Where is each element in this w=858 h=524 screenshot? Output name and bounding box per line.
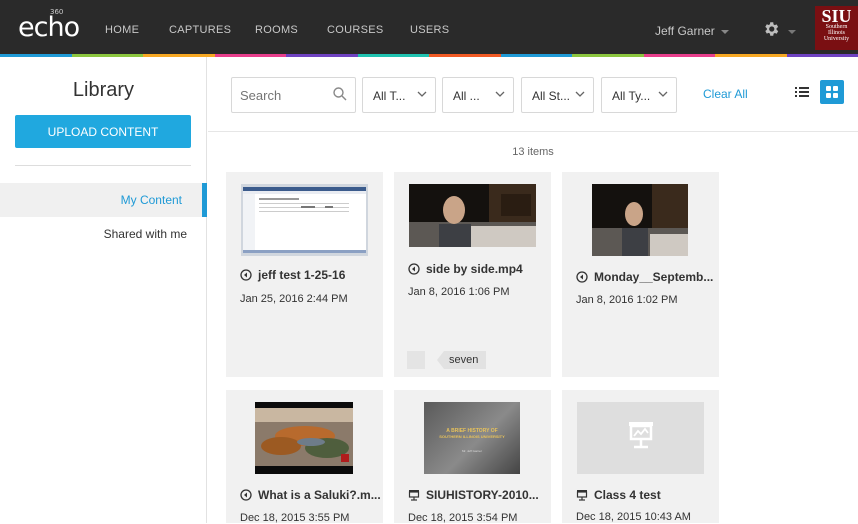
presentation-placeholder-thumbnail	[577, 402, 704, 474]
tag-icon	[407, 351, 425, 369]
sidebar-item-my-content[interactable]: My Content	[0, 183, 207, 217]
grid-view-icon[interactable]	[820, 80, 844, 104]
list-view-icon[interactable]	[793, 83, 811, 101]
nav-courses[interactable]: COURSES	[327, 24, 384, 36]
chevron-down-icon	[658, 91, 668, 97]
gear-icon[interactable]	[762, 20, 780, 38]
card-title[interactable]: Monday__Septemb...	[576, 270, 713, 284]
siu-logo: SIU Southern Illinois University	[815, 6, 858, 50]
media-card[interactable]: A BRIEF HISTORY OF SOUTHERN ILLINOIS UNI…	[394, 390, 551, 524]
screen-capture-thumbnail	[241, 184, 368, 256]
upload-content-button[interactable]: UPLOAD CONTENT	[15, 115, 191, 148]
card-date: Dec 18, 2015 3:55 PM	[240, 512, 350, 524]
presentation-icon	[576, 490, 588, 501]
card-title[interactable]: jeff test 1-25-16	[240, 268, 345, 282]
media-card[interactable]: jeff test 1-25-16 Jan 25, 2016 2:44 PM	[226, 172, 383, 377]
settings-chevron-icon[interactable]	[788, 30, 796, 34]
filter-dropdown-2[interactable]: All ...	[442, 77, 514, 113]
chevron-down-icon	[720, 29, 729, 34]
sidebar-divider	[15, 165, 191, 166]
chevron-down-icon	[575, 91, 585, 97]
media-card[interactable]: What is a Saluki?.m... Dec 18, 2015 3:55…	[226, 390, 383, 524]
card-date: Jan 25, 2016 2:44 PM	[240, 293, 348, 305]
media-card[interactable]: Class 4 test Dec 18, 2015 10:43 AM	[562, 390, 719, 523]
media-icon	[240, 489, 252, 501]
search-icon[interactable]	[333, 87, 347, 101]
card-title[interactable]: What is a Saluki?.m...	[240, 488, 381, 502]
media-icon	[576, 271, 588, 283]
user-name: Jeff Garner	[655, 24, 715, 38]
clear-all-link[interactable]: Clear All	[703, 87, 748, 101]
item-count: 13 items	[512, 146, 554, 158]
library-title: Library	[72, 79, 135, 101]
card-date: Dec 18, 2015 3:54 PM	[408, 512, 518, 524]
tag-badge[interactable]: seven	[437, 351, 487, 369]
media-card[interactable]: side by side.mp4 Jan 8, 2016 1:06 PM sev…	[394, 172, 551, 377]
chevron-down-icon	[495, 91, 505, 97]
presentation-icon	[408, 490, 420, 501]
nav-users[interactable]: USERS	[410, 24, 449, 36]
filter-bar: All T... All ... All St... All Ty... Cle…	[208, 57, 858, 132]
media-card[interactable]: Monday__Septemb... Jan 8, 2016 1:02 PM	[562, 172, 719, 377]
chevron-down-icon	[417, 91, 427, 97]
library-sidebar: Library UPLOAD CONTENT My Content Shared…	[0, 57, 207, 523]
card-title[interactable]: side by side.mp4	[408, 262, 523, 276]
user-menu[interactable]: Jeff Garner	[655, 24, 729, 38]
aerial-video-thumbnail	[255, 402, 353, 474]
nav-captures[interactable]: CAPTURES	[169, 24, 231, 36]
media-icon	[240, 269, 252, 281]
card-title[interactable]: SIUHISTORY-2010...	[408, 488, 539, 502]
video-thumbnail	[409, 184, 536, 247]
filter-dropdown-1[interactable]: All T...	[362, 77, 436, 113]
nav-rooms[interactable]: ROOMS	[255, 24, 298, 36]
card-date: Dec 18, 2015 10:43 AM	[576, 511, 691, 523]
presentation-icon	[629, 422, 653, 449]
top-navigation-bar: echo 360 HOME CAPTURES ROOMS COURSES USER…	[0, 0, 858, 57]
echo-logo[interactable]: echo 360	[18, 8, 80, 43]
filter-dropdown-3[interactable]: All St...	[521, 77, 594, 113]
video-thumbnail	[592, 184, 688, 256]
card-date: Jan 8, 2016 1:02 PM	[576, 294, 678, 306]
card-title[interactable]: Class 4 test	[576, 488, 661, 502]
slide-thumbnail: A BRIEF HISTORY OF SOUTHERN ILLINOIS UNI…	[424, 402, 520, 474]
media-icon	[408, 263, 420, 275]
sidebar-item-shared-with-me[interactable]: Shared with me	[0, 217, 207, 251]
card-date: Jan 8, 2016 1:06 PM	[408, 286, 510, 298]
filter-dropdown-4[interactable]: All Ty...	[601, 77, 677, 113]
nav-home[interactable]: HOME	[105, 24, 139, 36]
